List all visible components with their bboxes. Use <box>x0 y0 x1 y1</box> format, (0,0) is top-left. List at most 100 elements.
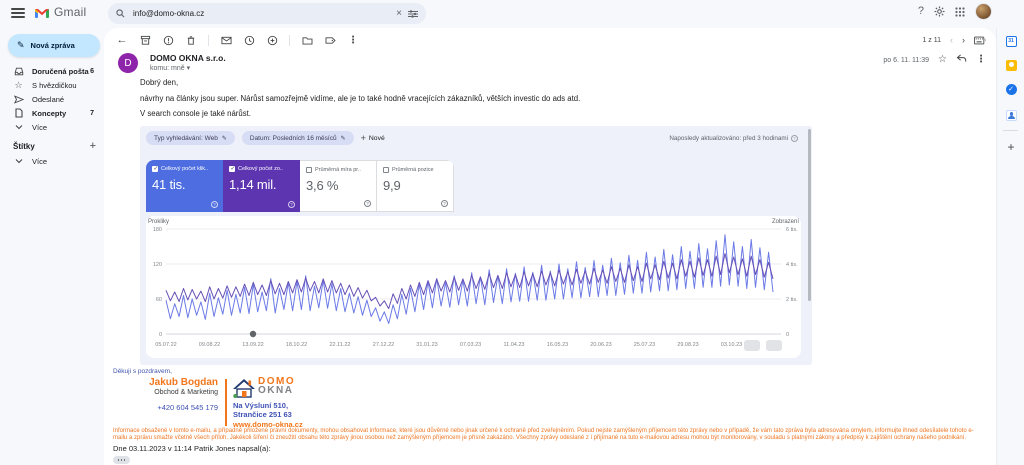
metric-checkbox <box>383 167 389 173</box>
sidebar-labels-more[interactable]: Více <box>0 154 104 168</box>
metric-checkbox <box>306 167 312 173</box>
quoted-message-header: Dne 03.11.2023 v 11:14 Patrik Jones naps… <box>113 444 271 453</box>
add-to-tasks-icon[interactable] <box>266 34 278 46</box>
back-icon[interactable]: ← <box>116 34 128 46</box>
svg-text:4 tis.: 4 tis. <box>786 262 798 268</box>
create-label-icon[interactable]: + <box>90 140 96 152</box>
message-more-icon[interactable]: ⋮ <box>976 55 986 65</box>
svg-text:20.06.23: 20.06.23 <box>590 342 611 348</box>
contacts-icon[interactable] <box>1004 108 1018 122</box>
reply-icon[interactable] <box>956 54 967 66</box>
tasks-icon[interactable]: ✓ <box>1004 82 1018 96</box>
signature-address-2: Strančice 251 63 <box>233 410 292 419</box>
performance-chart-card: 180 6 tis. 120 4 tis. 60 2 tis. 0 0 Prokliky Zobr… <box>146 216 801 358</box>
pencil-icon: ✎ <box>17 40 25 50</box>
metric-value: 3,6 % <box>306 178 339 193</box>
svg-text:18.10.22: 18.10.22 <box>286 342 307 348</box>
report-spam-icon[interactable] <box>162 34 174 46</box>
svg-text:29.08.23: 29.08.23 <box>677 342 698 348</box>
svg-text:60: 60 <box>156 297 162 303</box>
metric-card-impressions: Celkový počet zo.. 1,14 mil. ? <box>223 160 300 212</box>
svg-text:6 tis.: 6 tis. <box>786 227 798 233</box>
older-email-icon[interactable]: › <box>962 35 965 45</box>
star-icon[interactable]: ☆ <box>938 55 947 65</box>
help-icon[interactable]: ? <box>918 6 924 17</box>
email-body: Dobrý den, návrhy na články jsou super. … <box>140 78 976 125</box>
account-avatar[interactable] <box>975 3 992 20</box>
sender-avatar[interactable]: D <box>118 53 138 73</box>
last-updated-label: Naposledy aktualizováno: před 3 hodinami… <box>669 135 798 142</box>
svg-text:25.07.23: 25.07.23 <box>634 342 655 348</box>
svg-text:2 tis.: 2 tis. <box>786 297 798 303</box>
svg-text:16.05.23: 16.05.23 <box>547 342 568 348</box>
sidebar-item-inbox[interactable]: Doručená pošta 6 <box>0 64 104 78</box>
top-bar: Gmail × ? <box>0 0 1024 28</box>
email-header: D DOMO OKNA s.r.o. komu: mně ▾ po 6. 11.… <box>118 52 986 74</box>
series-line-right <box>165 253 774 310</box>
main-menu-icon[interactable] <box>11 8 25 18</box>
snooze-icon[interactable] <box>243 34 255 46</box>
sidebar-item-more[interactable]: Více <box>0 120 104 134</box>
recipient-details-toggle[interactable]: komu: mně ▾ <box>150 64 190 72</box>
settings-gear-icon[interactable] <box>934 6 945 17</box>
help-circle-icon: ? <box>288 201 295 208</box>
gmail-window: Gmail × ? 31 ✓ + ✎ Nová zpráva <box>0 0 1024 465</box>
svg-text:05.07.22: 05.07.22 <box>155 342 176 348</box>
get-addons-icon[interactable]: + <box>1004 140 1018 154</box>
edit-icon: ✎ <box>340 135 346 142</box>
svg-text:11.04.23: 11.04.23 <box>503 342 524 348</box>
signature-divider <box>225 379 227 426</box>
metric-card-position: Průměrná pozice 9,9 ? <box>377 160 454 212</box>
move-to-icon[interactable] <box>301 34 313 46</box>
legal-disclaimer: Informace obsažené v tomto e-mailu, a př… <box>113 428 974 441</box>
svg-text:22.11.22: 22.11.22 <box>329 342 350 348</box>
chevron-down-icon <box>13 156 24 167</box>
compose-button[interactable]: ✎ Nová zpráva <box>8 34 100 57</box>
signature-role: Obchod & Marketing <box>154 389 218 396</box>
sidebar: ✎ Nová zpráva Doručená pošta 6 ☆ S hvězd… <box>0 28 104 465</box>
svg-text:31.01.23: 31.01.23 <box>416 342 437 348</box>
search-input[interactable] <box>131 8 391 19</box>
metric-checkbox <box>229 166 235 172</box>
search-icon <box>116 9 125 18</box>
date-range-chip: Datum: Posledních 16 měsíců ✎ <box>241 131 354 145</box>
labels-header: Štítky <box>13 141 35 151</box>
sidebar-item-sent[interactable]: Odeslané <box>0 92 104 106</box>
signature-name: Jakub Bogdan <box>149 377 218 388</box>
embedded-screenshot: Typ vyhledávání: Web ✎ Datum: Posledních … <box>140 126 812 365</box>
sender-name: DOMO OKNA s.r.o. <box>150 53 226 63</box>
mark-unread-icon[interactable] <box>220 34 232 46</box>
side-panel-rail: 31 ✓ + <box>996 28 1024 465</box>
archive-icon[interactable] <box>139 34 151 46</box>
email-toolbar: ← ⋮ <box>116 33 359 47</box>
filter-chips: Typ vyhledávání: Web ✎ Datum: Posledních … <box>146 131 385 145</box>
svg-text:27.12.22: 27.12.22 <box>373 342 394 348</box>
search-options-icon[interactable] <box>408 9 418 18</box>
more-options-icon[interactable]: ⋮ <box>347 34 359 46</box>
sidebar-item-drafts[interactable]: Koncepty 7 <box>0 106 104 120</box>
newer-email-icon[interactable]: ‹ <box>950 35 953 45</box>
metric-card-ctr: Průměrná míra pr.. 3,6 % ? <box>300 160 377 212</box>
company-logo: DOMO OKNA <box>233 377 295 398</box>
clear-search-icon[interactable]: × <box>396 8 402 19</box>
gmail-logo: Gmail <box>34 5 86 19</box>
body-paragraph-2: V search console je také nárůst. <box>140 109 251 118</box>
show-trimmed-content-button[interactable] <box>113 456 130 464</box>
labels-icon[interactable] <box>324 34 336 46</box>
svg-text:07.03.23: 07.03.23 <box>460 342 481 348</box>
search-bar[interactable]: × <box>108 3 426 24</box>
house-icon <box>233 379 255 398</box>
body-paragraph-1: návrhy na články jsou super. Nárůst samo… <box>140 93 581 103</box>
svg-text:0: 0 <box>159 332 162 338</box>
svg-text:09.08.22: 09.08.22 <box>199 342 220 348</box>
input-tools-icon[interactable] <box>974 34 986 46</box>
sidebar-item-starred[interactable]: ☆ S hvězdičkou <box>0 78 104 92</box>
signature-phone[interactable]: +420 604 545 179 <box>113 403 218 412</box>
calendar-icon[interactable]: 31 <box>1004 34 1018 48</box>
delete-icon[interactable] <box>185 34 197 46</box>
google-apps-grid-icon[interactable] <box>955 6 965 17</box>
email-signature: Děkuji s pozdravem, Jakub Bogdan Obchod … <box>113 368 373 430</box>
keep-icon[interactable] <box>1004 58 1018 72</box>
svg-text:13.09.22: 13.09.22 <box>242 342 263 348</box>
metric-card-clicks: Celkový počet klik.. 41 tis. ? <box>146 160 223 212</box>
